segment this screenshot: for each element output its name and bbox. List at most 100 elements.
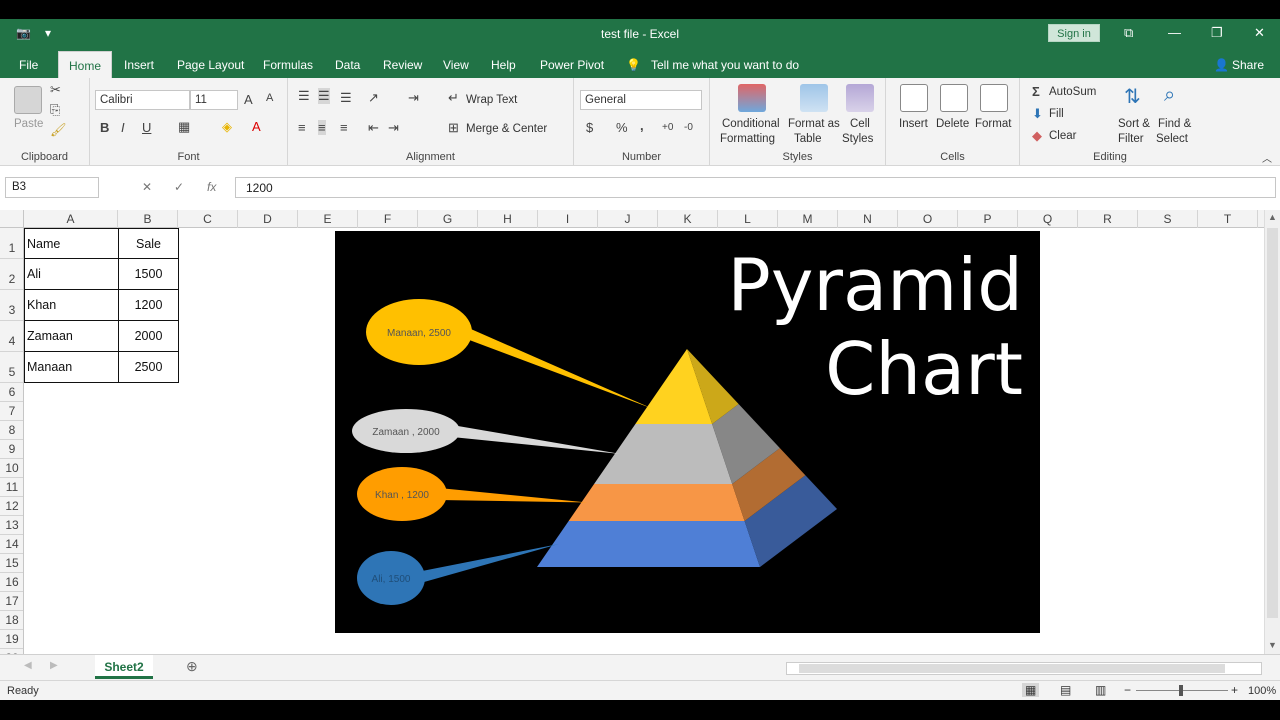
tab-insert[interactable]: Insert	[124, 58, 154, 72]
tab-review[interactable]: Review	[383, 58, 422, 72]
normal-view-icon[interactable]: ▦	[1022, 683, 1040, 697]
clear-icon[interactable]: ◆	[1032, 128, 1042, 144]
share-button[interactable]: Share	[1232, 58, 1264, 72]
wrap-text-icon[interactable]: ↵	[448, 90, 459, 106]
increase-font-icon[interactable]: A	[244, 92, 253, 107]
column-header-s[interactable]: S	[1138, 210, 1198, 228]
cancel-icon[interactable]: ✕	[142, 180, 152, 194]
format-cells-button[interactable]: Format	[975, 118, 1011, 130]
column-header-p[interactable]: P	[958, 210, 1018, 228]
zoom-in-icon[interactable]: +	[1231, 683, 1238, 697]
table-cell[interactable]: Khan	[24, 290, 119, 321]
decrease-indent-icon[interactable]: ⇤	[368, 120, 379, 136]
top-align-icon[interactable]: ☰	[298, 88, 310, 104]
row-header-4[interactable]: 4	[0, 321, 23, 352]
scroll-up-icon[interactable]: ▲	[1268, 212, 1277, 222]
restore-icon[interactable]: ❐	[1211, 25, 1223, 41]
zoom-slider-thumb[interactable]	[1179, 685, 1183, 696]
tab-help[interactable]: Help	[491, 58, 516, 72]
currency-button[interactable]: $	[586, 120, 593, 135]
collapse-ribbon-icon[interactable]: ︿	[1262, 150, 1272, 165]
horizontal-scroll-thumb[interactable]	[799, 664, 1225, 673]
insert-cells-button[interactable]: Insert	[899, 118, 928, 130]
insert-cells-icon[interactable]	[900, 84, 928, 112]
next-sheet-icon[interactable]: ▶	[50, 660, 58, 671]
row-header-11[interactable]: 11	[0, 478, 23, 497]
table-cell[interactable]: Ali	[24, 259, 119, 290]
wrap-text-button[interactable]: Wrap Text	[466, 94, 517, 106]
autosum-button[interactable]: AutoSum	[1049, 86, 1096, 98]
column-header-f[interactable]: F	[358, 210, 418, 228]
delete-cells-icon[interactable]	[940, 84, 968, 112]
scroll-down-icon[interactable]: ▼	[1268, 640, 1277, 650]
row-header-14[interactable]: 14	[0, 535, 23, 554]
find-label-2[interactable]: Select	[1156, 133, 1188, 145]
find-select-icon[interactable]: ⌕	[1164, 84, 1175, 107]
row-header-6[interactable]: 6	[0, 383, 23, 402]
new-sheet-icon[interactable]: ⊕	[186, 658, 198, 675]
select-all-corner[interactable]	[0, 210, 24, 228]
decrease-decimal-icon[interactable]: -0	[684, 122, 693, 133]
fill-color-icon[interactable]: ◈	[222, 119, 232, 135]
pyramid-slice-front[interactable]	[537, 521, 760, 567]
column-header-j[interactable]: J	[598, 210, 658, 228]
align-left-icon[interactable]: ≡	[298, 120, 306, 135]
tab-formulas[interactable]: Formulas	[263, 58, 313, 72]
font-size-dropdown[interactable]: 11	[190, 90, 238, 110]
row-header-1[interactable]: 1	[0, 228, 23, 259]
column-header-d[interactable]: D	[238, 210, 298, 228]
pyramid-slice-front[interactable]	[568, 484, 745, 521]
format-painter-icon[interactable]: 🖌	[50, 122, 67, 138]
page-layout-view-icon[interactable]: ▤	[1060, 683, 1071, 697]
tab-home[interactable]: Home	[58, 51, 113, 78]
merge-center-button[interactable]: Merge & Center	[466, 123, 547, 135]
row-header-15[interactable]: 15	[0, 554, 23, 573]
row-header-10[interactable]: 10	[0, 459, 23, 478]
tell-me-search[interactable]: Tell me what you want to do	[651, 58, 799, 72]
column-header-o[interactable]: O	[898, 210, 958, 228]
row-header-16[interactable]: 16	[0, 573, 23, 592]
row-header-13[interactable]: 13	[0, 516, 23, 535]
row-header-17[interactable]: 17	[0, 592, 23, 611]
page-break-view-icon[interactable]: ▥	[1095, 683, 1106, 697]
align-center-icon[interactable]: ≡	[318, 120, 326, 135]
font-name-dropdown[interactable]: Calibri	[95, 90, 190, 110]
autosum-icon[interactable]: Σ	[1032, 84, 1040, 99]
close-icon[interactable]: ✕	[1254, 25, 1265, 41]
table-cell[interactable]: 2500	[119, 352, 179, 383]
column-header-k[interactable]: K	[658, 210, 718, 228]
row-header-18[interactable]: 18	[0, 611, 23, 630]
tab-page-layout[interactable]: Page Layout	[177, 58, 244, 72]
bottom-align-icon[interactable]: ☰	[340, 90, 352, 106]
conditional-label-1[interactable]: Conditional	[722, 118, 780, 130]
prev-sheet-icon[interactable]: ◀	[24, 660, 32, 671]
tab-power-pivot[interactable]: Power Pivot	[540, 58, 604, 72]
clear-button[interactable]: Clear	[1049, 130, 1076, 142]
row-header-5[interactable]: 5	[0, 352, 23, 383]
tab-data[interactable]: Data	[335, 58, 360, 72]
tab-view[interactable]: View	[443, 58, 469, 72]
sort-label-1[interactable]: Sort &	[1118, 118, 1150, 130]
name-box[interactable]: B3	[5, 177, 99, 198]
row-header-9[interactable]: 9	[0, 440, 23, 459]
column-header-n[interactable]: N	[838, 210, 898, 228]
zoom-out-icon[interactable]: −	[1124, 683, 1131, 697]
pyramid-chart[interactable]: Pyramid Chart Ali, 1500 Khan , 1200 Zamaan…	[335, 231, 1040, 633]
align-right-icon[interactable]: ≡	[340, 120, 348, 135]
cell-styles-label-2[interactable]: Styles	[842, 133, 873, 145]
bold-button[interactable]: B	[100, 120, 109, 135]
font-color-icon[interactable]: A	[252, 119, 261, 134]
delete-cells-button[interactable]: Delete	[936, 118, 969, 130]
formula-input[interactable]: 1200	[235, 177, 1276, 198]
decrease-font-icon[interactable]: A	[266, 92, 273, 104]
column-header-r[interactable]: R	[1078, 210, 1138, 228]
cut-icon[interactable]: ✂	[50, 82, 61, 98]
cell-styles-icon[interactable]	[846, 84, 874, 112]
find-label-1[interactable]: Find &	[1158, 118, 1191, 130]
paste-icon[interactable]	[14, 86, 42, 114]
ribbon-display-icon[interactable]: ⧉	[1124, 25, 1133, 41]
table-header-cell[interactable]: Name	[24, 228, 119, 259]
row-header-3[interactable]: 3	[0, 290, 23, 321]
number-format-dropdown[interactable]: General	[580, 90, 702, 110]
column-header-a[interactable]: A	[24, 210, 118, 228]
